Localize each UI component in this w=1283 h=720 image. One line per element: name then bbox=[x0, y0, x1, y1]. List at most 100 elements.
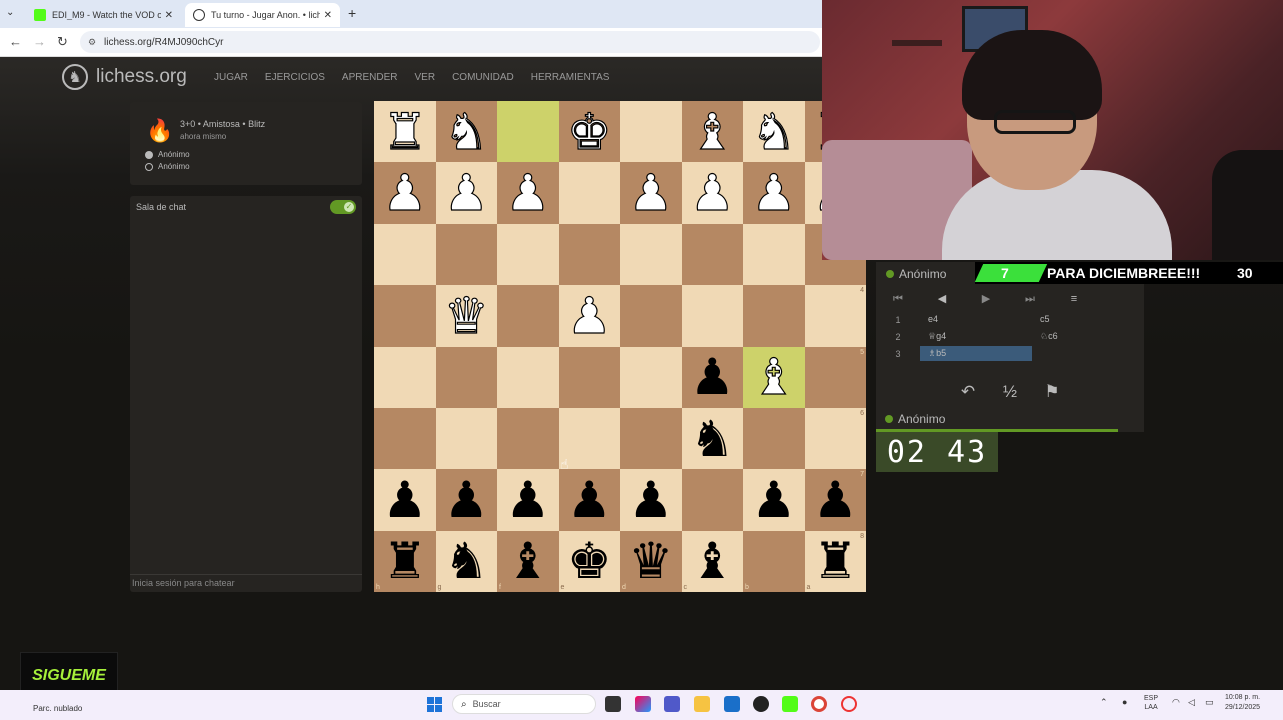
board-square[interactable] bbox=[374, 346, 436, 408]
black-bishop-icon[interactable]: ♝ bbox=[505, 536, 550, 586]
chat-input[interactable]: Inicia sesión para chatear bbox=[130, 574, 362, 592]
white-pawn-icon[interactable]: ♟ bbox=[689, 167, 735, 218]
nav-ejercicios[interactable]: EJERCICIOS bbox=[265, 72, 325, 83]
white-knight-icon[interactable]: ♞ bbox=[443, 106, 489, 157]
nav-herramientas[interactable]: HERRAMIENTAS bbox=[531, 72, 610, 83]
board-square[interactable]: ♟ bbox=[558, 469, 620, 531]
black-pawn-icon[interactable]: ♟ bbox=[382, 475, 427, 525]
board-square[interactable]: ♞ bbox=[435, 101, 497, 163]
board-square[interactable]: ♝ f bbox=[497, 530, 559, 593]
board-square[interactable]: ♟ bbox=[497, 469, 559, 531]
close-tab-icon[interactable]: ✕ bbox=[165, 10, 173, 21]
board-square[interactable] bbox=[681, 285, 743, 347]
white-queen-icon[interactable]: ♛ bbox=[443, 290, 489, 341]
resign-button[interactable]: ⚑ bbox=[1031, 382, 1073, 404]
board-square[interactable]: ♟ bbox=[558, 285, 620, 347]
wifi-icon[interactable]: ◠ bbox=[1172, 697, 1180, 708]
board-square[interactable]: ♞ bbox=[681, 407, 743, 470]
board-square[interactable] bbox=[435, 346, 497, 408]
nav-comunidad[interactable]: COMUNIDAD bbox=[452, 72, 514, 83]
site-info-icon[interactable]: ⚙ bbox=[88, 37, 98, 48]
board-square[interactable]: ♟ bbox=[681, 346, 743, 408]
board-square[interactable]: ♝ c bbox=[681, 530, 743, 593]
new-tab-button[interactable]: + bbox=[348, 5, 356, 21]
url-field[interactable]: ⚙ lichess.org/R4MJ090chCyr bbox=[80, 31, 820, 53]
board-square[interactable]: ♟ 7 bbox=[804, 469, 866, 531]
board-square[interactable]: ♟ bbox=[497, 162, 559, 224]
black-pawn-icon[interactable]: ♟ bbox=[628, 475, 673, 525]
player-name-bottom[interactable]: Anónimo bbox=[885, 412, 945, 426]
board-square[interactable] bbox=[374, 407, 436, 470]
white-move[interactable]: e4 bbox=[920, 312, 1032, 327]
black-rook-icon[interactable]: ♜ bbox=[382, 536, 427, 586]
white-pawn-icon[interactable]: ♟ bbox=[751, 167, 797, 218]
tab-lichess[interactable]: Tu turno - Jugar Anon. • liches ✕ bbox=[185, 3, 340, 27]
close-tab-icon[interactable]: ✕ bbox=[324, 10, 332, 21]
takeback-button[interactable]: ↶ bbox=[947, 382, 989, 404]
black-queen-icon[interactable]: ♛ bbox=[628, 536, 673, 586]
board-square[interactable]: ♞ bbox=[743, 101, 805, 163]
board-square[interactable] bbox=[435, 223, 497, 286]
white-bishop-icon[interactable]: ♝ bbox=[751, 352, 797, 403]
board-square[interactable]: ♜ h bbox=[374, 530, 436, 593]
board-square[interactable] bbox=[620, 346, 682, 408]
board-square[interactable] bbox=[497, 346, 559, 408]
board-square[interactable] bbox=[374, 223, 436, 286]
board-square[interactable]: ♚ bbox=[558, 101, 620, 163]
player-black[interactable]: Anónimo bbox=[145, 162, 190, 171]
black-pawn-icon[interactable]: ♟ bbox=[751, 475, 796, 525]
language-indicator[interactable]: ESP LAA bbox=[1144, 694, 1158, 712]
teams-icon[interactable] bbox=[664, 696, 680, 712]
black-pawn-icon[interactable]: ♟ bbox=[505, 475, 550, 525]
prev-move-button[interactable]: ◀ bbox=[920, 288, 964, 310]
white-pawn-icon[interactable]: ♟ bbox=[382, 167, 428, 218]
board-square[interactable]: ♚ e bbox=[558, 530, 620, 593]
board-square[interactable] bbox=[743, 407, 805, 470]
chess-board[interactable]: ♜♞♚♝♞♜♟♟♟♟♟♟♟♛♟4♟♝5♞6♟♟♟♟♟♟♟7♜h♞g♝f♚e♛d♝… bbox=[374, 101, 866, 593]
forward-icon[interactable]: → bbox=[33, 34, 46, 49]
black-rook-icon[interactable]: ♜ bbox=[813, 536, 858, 586]
board-square[interactable]: ♝ bbox=[743, 346, 805, 408]
nav-jugar[interactable]: JUGAR bbox=[214, 72, 248, 83]
board-square[interactable] bbox=[620, 407, 682, 470]
board-square[interactable]: 4 bbox=[804, 285, 866, 347]
board-square[interactable]: ♟ bbox=[743, 162, 805, 224]
battery-icon[interactable]: ▭ bbox=[1205, 697, 1214, 708]
board-square[interactable] bbox=[743, 223, 805, 286]
copilot-icon[interactable] bbox=[635, 696, 651, 712]
board-square[interactable] bbox=[497, 407, 559, 470]
board-square[interactable]: 5 bbox=[804, 346, 866, 408]
board-square[interactable] bbox=[497, 101, 559, 163]
next-move-button[interactable]: ▶ bbox=[964, 288, 1008, 310]
board-square[interactable] bbox=[558, 162, 620, 224]
visual-studio-icon[interactable] bbox=[724, 696, 740, 712]
board-square[interactable]: ♞ g bbox=[435, 530, 497, 593]
task-view-icon[interactable] bbox=[605, 696, 621, 712]
board-square[interactable] bbox=[558, 346, 620, 408]
board-square[interactable] bbox=[558, 223, 620, 286]
black-move[interactable] bbox=[1032, 346, 1144, 361]
board-square[interactable] bbox=[620, 101, 682, 163]
board-square[interactable] bbox=[681, 469, 743, 531]
tab-kick-vod[interactable]: EDI_M9 - Watch the VOD on Ki ✕ bbox=[26, 3, 181, 27]
board-square[interactable]: ♟ bbox=[374, 162, 436, 224]
last-move-button[interactable]: ⏭ bbox=[1008, 288, 1052, 310]
white-bishop-icon[interactable]: ♝ bbox=[689, 106, 735, 157]
chat-toggle[interactable]: ✓ bbox=[330, 200, 356, 214]
white-move[interactable]: ♕g4 bbox=[920, 329, 1032, 344]
black-king-icon[interactable]: ♚ bbox=[567, 536, 612, 586]
clock-date[interactable]: 10:08 p. m. 29/12/2025 bbox=[1225, 693, 1260, 713]
white-knight-icon[interactable]: ♞ bbox=[751, 106, 797, 157]
board-square[interactable] bbox=[620, 285, 682, 347]
windows-start-icon[interactable] bbox=[427, 697, 442, 712]
board-square[interactable]: b bbox=[743, 530, 805, 593]
black-knight-icon[interactable]: ♞ bbox=[690, 414, 735, 464]
board-square[interactable]: ♟ bbox=[681, 162, 743, 224]
board-square[interactable]: ♟ bbox=[620, 469, 682, 531]
board-square[interactable] bbox=[620, 223, 682, 286]
board-square[interactable]: ♟ bbox=[620, 162, 682, 224]
white-pawn-icon[interactable]: ♟ bbox=[443, 167, 489, 218]
black-move[interactable]: ♘c6 bbox=[1032, 329, 1144, 344]
board-square[interactable]: ♟ bbox=[435, 469, 497, 531]
black-pawn-icon[interactable]: ♟ bbox=[690, 352, 735, 402]
